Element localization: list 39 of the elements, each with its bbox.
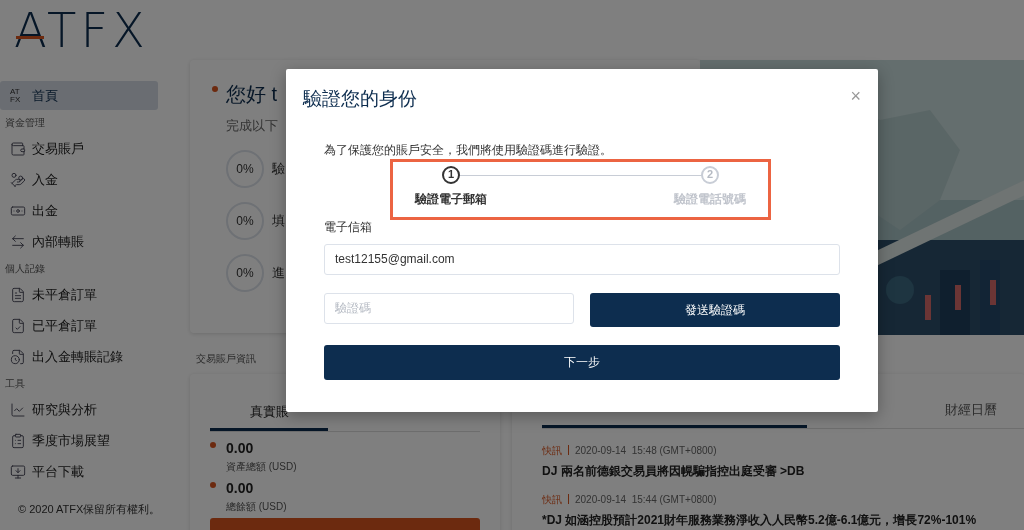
- greeting-title: 您好 t: [226, 82, 278, 107]
- send-code-button[interactable]: 發送驗證碼: [590, 292, 840, 327]
- news-tag: 快訊: [542, 491, 562, 507]
- progress-ring: 0%: [226, 201, 264, 240]
- greeting-subtitle: 完成以下: [226, 117, 279, 135]
- next-button[interactable]: 下一步: [324, 344, 840, 380]
- dialog-title: 驗證您的身份: [303, 87, 417, 111]
- balance-value: 0.00: [226, 438, 255, 458]
- news-time: 2020-09-14 15:48 (GMT+0800): [575, 443, 717, 458]
- task-label: 填: [272, 211, 285, 230]
- logo-icon: AT FX: [10, 87, 26, 104]
- balance-value: 0.00: [226, 478, 255, 498]
- sidebar-item[interactable]: AT FX 首頁: [0, 81, 158, 110]
- close-button[interactable]: ×: [850, 87, 861, 105]
- task-label: 進: [272, 263, 285, 282]
- step-label: 驗證電子郵箱: [415, 190, 487, 208]
- dialog-description: 為了保護您的賬戶安全，我們將使用驗證碼進行驗證。: [324, 141, 613, 159]
- sidebar-section-header: 個人記錄: [4, 261, 46, 276]
- email-field[interactable]: test12155@gmail.com: [324, 243, 840, 275]
- news-time: 2020-09-14 15:44 (GMT+0800): [575, 492, 717, 507]
- step-label: 驗證電話號碼: [674, 190, 746, 208]
- task-label: 驗: [272, 159, 285, 178]
- news-tab[interactable]: 財經日曆: [945, 400, 997, 428]
- sidebar-section-header: 工具: [4, 376, 26, 391]
- balance-label: 資產總額 (USD): [226, 459, 297, 474]
- news-headline[interactable]: *DJ 如涵控股預計2021財年服務業務淨收入人民幣5.2億-6.1億元，增長72%-101%: [542, 510, 1024, 529]
- news-tag: 快訊: [542, 442, 562, 458]
- email-label: 電子信箱: [324, 218, 373, 236]
- sidebar-section-header: 資金管理: [4, 115, 46, 130]
- logo: ATFX: [14, 2, 149, 58]
- step-number: 2: [701, 165, 719, 184]
- code-field[interactable]: 驗證碼: [324, 292, 574, 324]
- progress-ring: 0%: [226, 149, 264, 188]
- copyright-text: © 2020 ATFX保留所有權利。: [17, 502, 162, 517]
- section-heading: 交易賬戶資訊: [196, 352, 256, 366]
- news-headline[interactable]: DJ 兩名前德銀交易員將因幌騙指控出庭受審 >DB: [542, 461, 1024, 480]
- progress-ring: 0%: [226, 253, 264, 292]
- step-number: 1: [442, 165, 460, 184]
- balance-label: 總餘額 (USD): [226, 499, 287, 514]
